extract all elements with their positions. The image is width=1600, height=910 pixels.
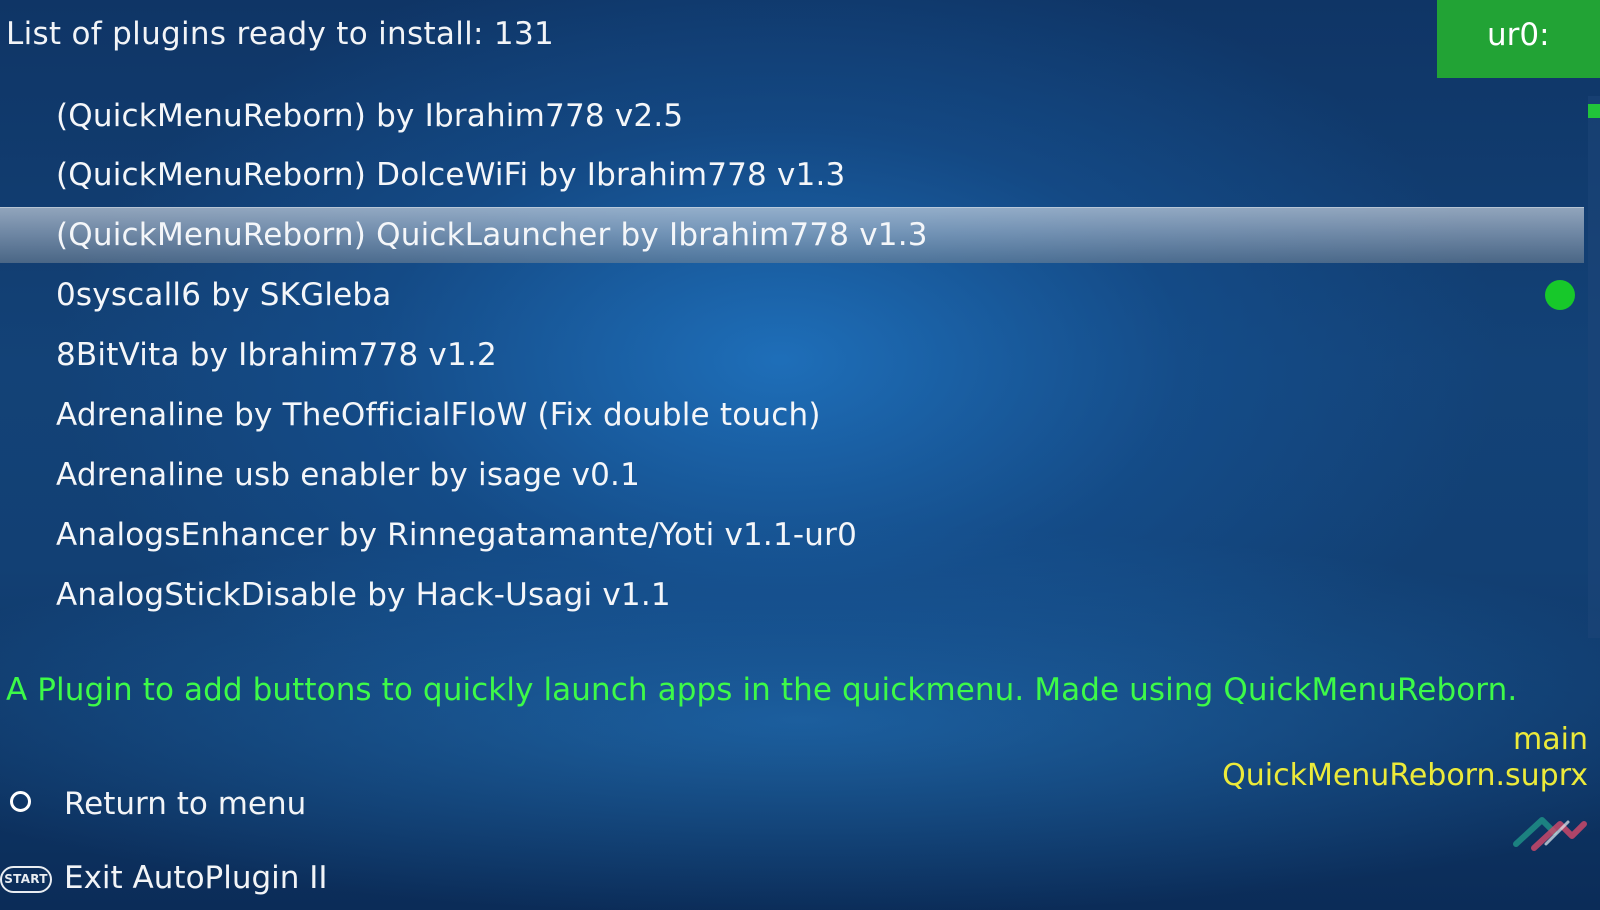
plugin-item-dolcewifi[interactable]: (QuickMenuReborn) DolceWiFi by Ibrahim77… (0, 147, 1584, 203)
plugin-item-label: (QuickMenuReborn) DolceWiFi by Ibrahim77… (56, 157, 846, 193)
start-button-icon: START (0, 866, 52, 893)
plugin-list: (QuickMenuReborn) by Ibrahim778 v2.5 (Qu… (0, 87, 1584, 632)
plugin-file-name: QuickMenuReborn.suprx (1222, 758, 1588, 793)
plugin-item-label: (QuickMenuReborn) QuickLauncher by Ibrah… (56, 217, 928, 253)
exit-autoplugin-label: Exit AutoPlugin II (64, 860, 328, 896)
plugin-item-analogsenhancer[interactable]: AnalogsEnhancer by Rinnegatamante/Yoti v… (0, 507, 1584, 563)
plugin-item-label: (QuickMenuReborn) by Ibrahim778 v2.5 (56, 98, 684, 134)
return-to-menu-label: Return to menu (64, 786, 307, 822)
plugin-item-label: 0syscall6 by SKGleba (56, 277, 392, 313)
installed-indicator-icon (1545, 280, 1575, 310)
plugin-item-label: AnalogStickDisable by Hack-Usagi v1.1 (56, 577, 671, 613)
circle-button-icon (10, 791, 31, 812)
plugin-item-analogstickdisable[interactable]: AnalogStickDisable by Hack-Usagi v1.1 (0, 567, 1584, 623)
plugin-item-quickmenureborn[interactable]: (QuickMenuReborn) by Ibrahim778 v2.5 (0, 88, 1584, 144)
plugin-item-quicklauncher[interactable]: (QuickMenuReborn) QuickLauncher by Ibrah… (0, 207, 1584, 263)
scrollbar-thumb[interactable] (1588, 104, 1600, 118)
plugin-item-0syscall6[interactable]: 0syscall6 by SKGleba (0, 267, 1584, 323)
plugin-item-label: AnalogsEnhancer by Rinnegatamante/Yoti v… (56, 517, 857, 553)
plugin-item-label: 8BitVita by Ibrahim778 v1.2 (56, 337, 497, 373)
scrollbar[interactable] (1588, 96, 1600, 638)
plugin-description: A Plugin to add buttons to quickly launc… (6, 672, 1518, 708)
plugin-item-adrenaline[interactable]: Adrenaline by TheOfficialFloW (Fix doubl… (0, 387, 1584, 443)
partition-badge[interactable]: ur0: (1437, 0, 1600, 78)
watermark-logo-icon (1513, 817, 1587, 851)
plugin-item-8bitvita[interactable]: 8BitVita by Ibrahim778 v1.2 (0, 327, 1584, 383)
plugin-section: main (1513, 722, 1588, 757)
plugin-item-label: Adrenaline by TheOfficialFloW (Fix doubl… (56, 397, 821, 433)
page-title: List of plugins ready to install: 131 (6, 16, 554, 52)
plugin-item-adrenaline-usb-enabler[interactable]: Adrenaline usb enabler by isage v0.1 (0, 447, 1584, 503)
plugin-item-label: Adrenaline usb enabler by isage v0.1 (56, 457, 641, 493)
